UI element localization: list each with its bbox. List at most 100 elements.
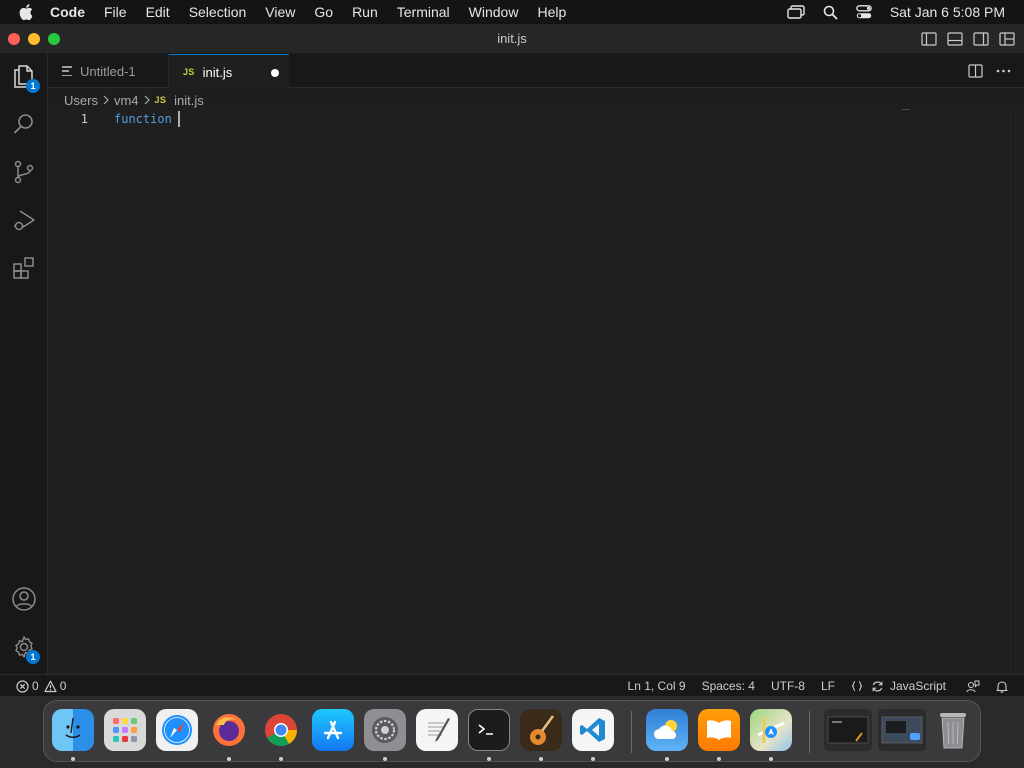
more-actions-icon[interactable]: [994, 62, 1012, 80]
menu-edit[interactable]: Edit: [146, 4, 170, 20]
source-control-icon: [11, 159, 37, 190]
control-center-icon[interactable]: [855, 5, 872, 19]
system-settings-icon[interactable]: [364, 709, 406, 751]
end-of-line-setting[interactable]: LF: [821, 679, 835, 693]
app-store-icon[interactable]: [312, 709, 354, 751]
source-control-button[interactable]: [0, 150, 48, 198]
breadcrumb-file-label: init.js: [174, 92, 204, 108]
running-indicator: [487, 757, 491, 761]
launchpad-icon[interactable]: [104, 709, 146, 751]
running-indicator: [227, 757, 231, 761]
split-editor-icon[interactable]: [966, 62, 984, 80]
indentation-setting[interactable]: Spaces: 4: [702, 679, 755, 693]
toggle-secondary-sidebar-icon[interactable]: [972, 30, 990, 48]
text-cursor: [178, 111, 180, 127]
language-label: JavaScript: [889, 679, 946, 693]
search-icon: [11, 111, 37, 142]
cursor-position[interactable]: Ln 1, Col 9: [628, 679, 686, 693]
code-editor[interactable]: 1 function: [48, 109, 1024, 674]
js-file-icon: JS: [183, 67, 195, 77]
running-indicator: [539, 757, 543, 761]
chevron-right-icon: [102, 95, 110, 105]
activity-bar: 1 1: [0, 54, 48, 674]
braces-icon: [851, 680, 863, 692]
problems-indicator[interactable]: 0 0: [16, 679, 66, 693]
vscode-icon[interactable]: [572, 709, 614, 751]
warning-count: 0: [59, 679, 67, 693]
terminal-icon[interactable]: [468, 709, 510, 751]
customize-layout-icon[interactable]: [998, 30, 1016, 48]
toggle-panel-icon[interactable]: [946, 30, 964, 48]
textedit-icon[interactable]: [416, 709, 458, 751]
menu-view[interactable]: View: [265, 4, 295, 20]
editor-scrollbar[interactable]: [1010, 109, 1024, 674]
run-and-debug-button[interactable]: [0, 198, 48, 246]
minimized-window-thumbnail[interactable]: [824, 709, 872, 751]
breadcrumb-vm4[interactable]: vm4: [114, 93, 139, 108]
menu-bar-clock[interactable]: Sat Jan 6 5:08 PM: [890, 4, 1005, 20]
menu-terminal[interactable]: Terminal: [397, 4, 450, 20]
menu-file[interactable]: File: [104, 4, 127, 20]
status-bar: 0 0 Ln 1, Col 9 Spaces: 4 UTF-8 LF JavaS…: [0, 674, 1024, 696]
explorer-badge: 1: [26, 79, 40, 93]
encoding-setting[interactable]: UTF-8: [771, 679, 805, 693]
language-mode[interactable]: JavaScript: [871, 679, 946, 693]
safari-icon[interactable]: [156, 709, 198, 751]
screen-mirroring-icon[interactable]: [787, 5, 805, 19]
menu-window[interactable]: Window: [469, 4, 519, 20]
sync-icon: [872, 680, 883, 692]
apple-menu-icon[interactable]: [16, 2, 36, 22]
breadcrumb-users[interactable]: Users: [64, 93, 98, 108]
menu-help[interactable]: Help: [537, 4, 566, 20]
breadcrumb-file[interactable]: JS init.js: [155, 93, 204, 108]
breadcrumb: Users vm4 JS init.js: [64, 91, 204, 109]
js-file-icon: JS: [154, 95, 167, 105]
error-icon: [16, 679, 29, 693]
window-title-bar: init.js: [0, 24, 1024, 54]
screen-capture-thumbnail[interactable]: [878, 709, 926, 751]
feedback-icon[interactable]: [966, 680, 980, 693]
manage-button[interactable]: 1: [0, 625, 48, 673]
warning-icon: [44, 680, 57, 692]
editor-tab-bar: Untitled-1 JS init.js: [48, 54, 1024, 89]
minimap[interactable]: [902, 109, 910, 110]
firefox-icon[interactable]: [208, 709, 250, 751]
extensions-button[interactable]: [0, 246, 48, 294]
language-status[interactable]: [851, 680, 863, 692]
spotlight-search-icon[interactable]: [823, 5, 838, 20]
window-title: init.js: [497, 31, 527, 46]
trash-icon[interactable]: [932, 709, 974, 751]
chrome-icon[interactable]: [260, 709, 302, 751]
finder-icon[interactable]: [52, 709, 94, 751]
explorer-button[interactable]: 1: [0, 54, 48, 102]
line-number: 1: [80, 111, 88, 126]
macos-menu-bar: Code File Edit Selection View Go Run Ter…: [0, 0, 1024, 24]
running-indicator: [769, 757, 773, 761]
running-indicator: [383, 757, 387, 761]
account-icon: [11, 586, 37, 617]
search-button[interactable]: [0, 102, 48, 150]
toggle-primary-sidebar-icon[interactable]: [920, 30, 938, 48]
unsaved-dot-icon[interactable]: [271, 69, 279, 77]
tab-untitled-1[interactable]: Untitled-1: [48, 54, 169, 88]
app-menu-code[interactable]: Code: [50, 4, 85, 20]
maps-icon[interactable]: [750, 709, 792, 751]
menu-selection[interactable]: Selection: [189, 4, 247, 20]
extensions-icon: [11, 255, 37, 286]
menu-go[interactable]: Go: [314, 4, 333, 20]
dock-separator: [809, 711, 810, 753]
tab-label: init.js: [202, 64, 233, 80]
garageband-icon[interactable]: [520, 709, 562, 751]
chevron-right-icon: [143, 95, 151, 105]
weather-icon[interactable]: [646, 709, 688, 751]
books-icon[interactable]: [698, 709, 740, 751]
accounts-button[interactable]: [0, 577, 48, 625]
code-keyword: function: [114, 111, 172, 126]
running-indicator: [71, 757, 75, 761]
desktop-dock-area: [0, 696, 1024, 768]
dock: [43, 700, 981, 762]
menu-run[interactable]: Run: [352, 4, 378, 20]
error-count: 0: [32, 679, 39, 693]
tab-init-js[interactable]: JS init.js: [169, 54, 289, 89]
notifications-bell-icon[interactable]: [996, 680, 1008, 693]
